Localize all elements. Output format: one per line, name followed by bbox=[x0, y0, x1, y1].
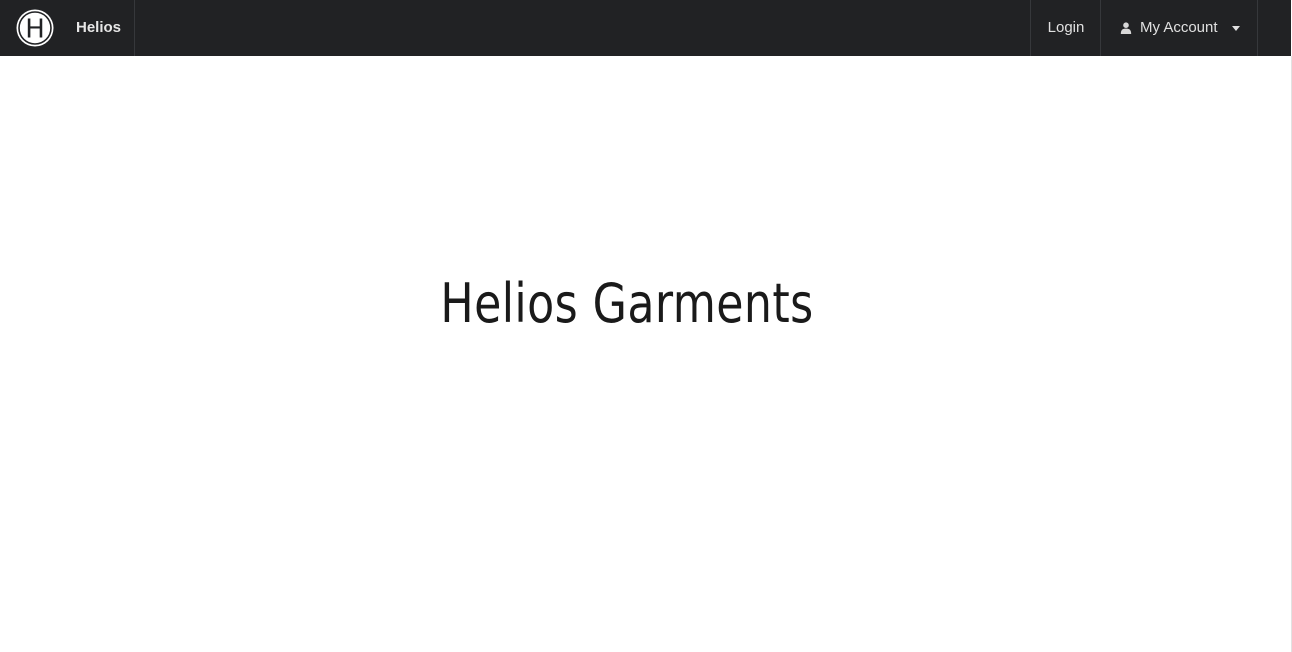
brand-name: Helios bbox=[76, 19, 122, 36]
login-link[interactable]: Login bbox=[1030, 0, 1101, 56]
my-account-label: My Account bbox=[1140, 19, 1218, 36]
page: H Helios Login My Account Helios Garment… bbox=[0, 0, 1292, 652]
hero-title: Helios Garments bbox=[440, 272, 814, 335]
brand-link[interactable]: H Helios bbox=[0, 0, 135, 56]
user-icon bbox=[1120, 22, 1132, 34]
caret-down-icon bbox=[1232, 26, 1240, 31]
my-account-dropdown[interactable]: My Account bbox=[1100, 0, 1258, 56]
helios-logo-icon: H bbox=[16, 9, 54, 47]
logo-letter: H bbox=[25, 15, 45, 45]
top-navbar: H Helios Login My Account bbox=[0, 0, 1291, 56]
